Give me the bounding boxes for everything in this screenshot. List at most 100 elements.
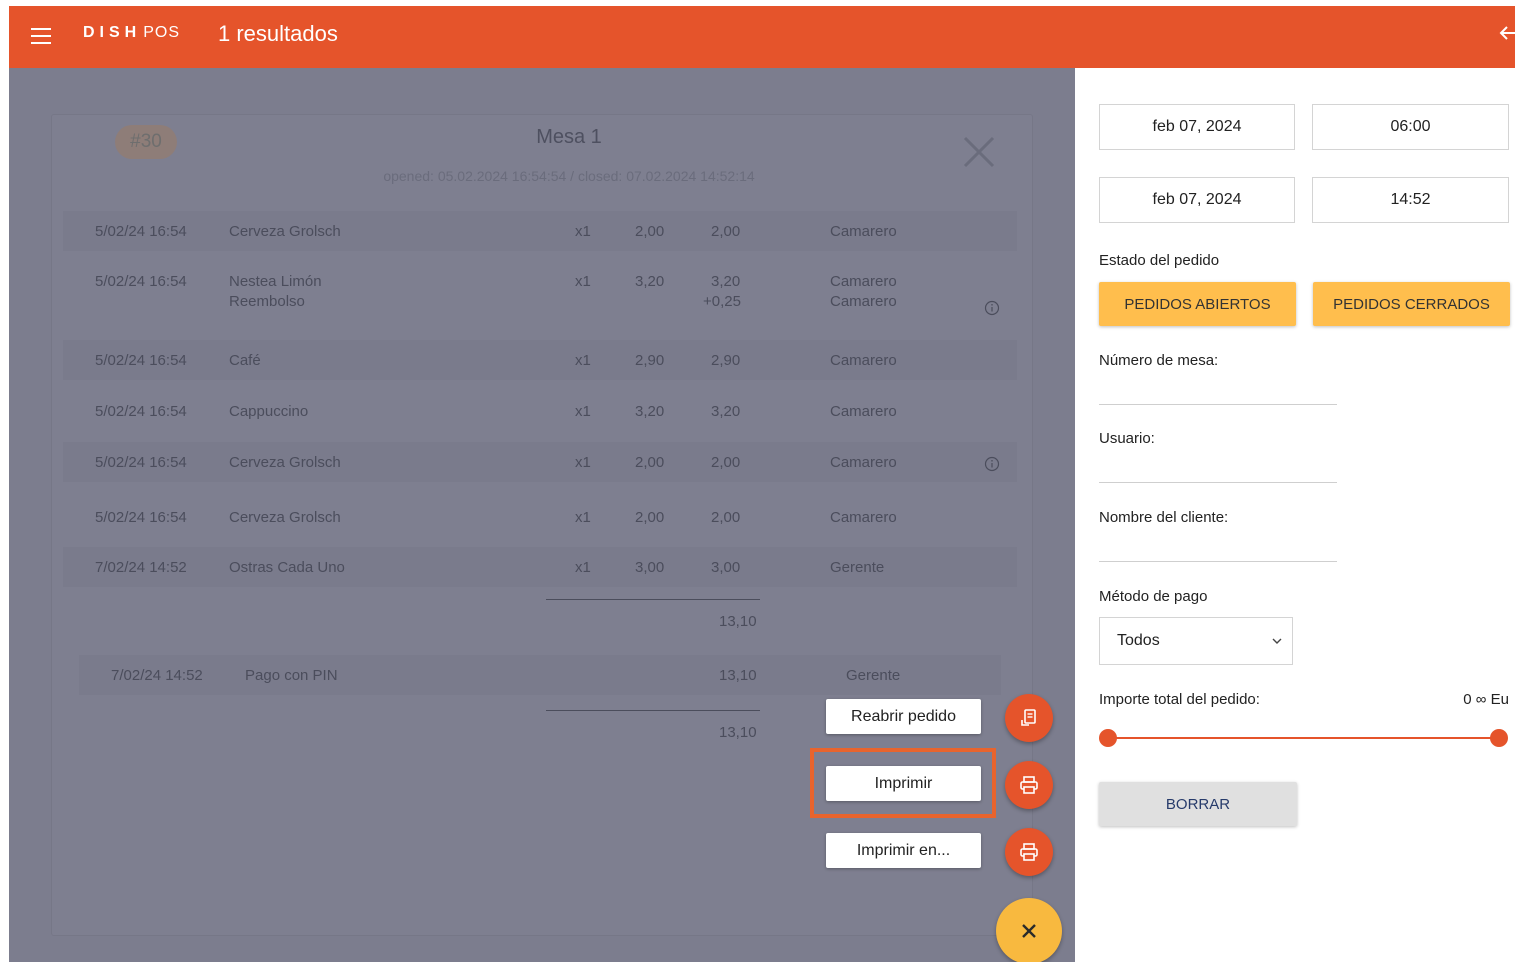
item-qty: x1 <box>575 273 591 290</box>
info-icon[interactable] <box>984 456 1000 472</box>
item-total: 3,20 <box>711 403 741 420</box>
print-in-fab[interactable] <box>1005 828 1053 876</box>
close-icon <box>1022 924 1036 938</box>
item-name: Nestea Limón <box>229 273 322 290</box>
order-status-label: Estado del pedido <box>1099 252 1220 269</box>
user-label: Usuario: <box>1099 430 1155 447</box>
order-amount-label: Importe total del pedido: <box>1099 691 1260 708</box>
filter-panel: feb 07, 2024 06:00 feb 07, 2024 14:52 Es… <box>1075 68 1515 962</box>
table-number-label: Número de mesa: <box>1099 352 1219 369</box>
item-price: 2,90 <box>635 352 665 369</box>
item-qty: x1 <box>575 454 591 471</box>
item-qty: x1 <box>575 509 591 526</box>
customer-name-label: Nombre del cliente: <box>1099 509 1229 526</box>
item-total: 2,00 <box>711 454 741 471</box>
close-icon[interactable] <box>959 132 999 172</box>
table-row: 5/02/24 16:54 Cerveza Grolsch x1 2,00 2,… <box>63 442 1017 482</box>
item-time: 7/02/24 14:52 <box>95 559 187 576</box>
subtotal-value: 13,10 <box>719 613 757 630</box>
payment-method-select[interactable]: Todos <box>1099 617 1293 665</box>
total-value: 13,10 <box>719 724 757 741</box>
closed-orders-button[interactable]: PEDIDOS CERRADOS <box>1313 282 1510 326</box>
reopen-order-button[interactable]: Reabrir pedido <box>826 699 981 734</box>
order-number-badge: #30 <box>115 125 177 159</box>
item-qty: x1 <box>575 559 591 576</box>
item-user-secondary: Camarero <box>830 293 897 310</box>
table-name: Mesa 1 <box>536 126 602 148</box>
amount-slider-max-handle[interactable] <box>1490 729 1508 747</box>
payment-method-label: Método de pago <box>1099 588 1208 605</box>
item-time: 5/02/24 16:54 <box>95 509 187 526</box>
item-qty: x1 <box>575 352 591 369</box>
item-time: 5/02/24 16:54 <box>95 403 187 420</box>
item-total: 2,00 <box>711 223 741 240</box>
brand-logo: DISH POS <box>83 24 180 42</box>
print-button[interactable]: Imprimir <box>826 766 981 801</box>
item-total: 2,90 <box>711 352 741 369</box>
payment-method-value: Todos <box>1117 632 1160 649</box>
table-row: 5/02/24 16:54 Cappuccino x1 3,20 3,20 Ca… <box>63 391 1017 431</box>
payment-row: 7/02/24 14:52 Pago con PIN 13,10 Gerente <box>79 655 1001 695</box>
brand-suffix: POS <box>143 24 181 41</box>
time-from-field[interactable]: 06:00 <box>1312 104 1509 150</box>
chevron-down-icon <box>1272 638 1282 644</box>
item-time: 5/02/24 16:54 <box>95 223 187 240</box>
item-price: 3,00 <box>635 559 665 576</box>
item-user: Camarero <box>830 403 897 420</box>
item-name: Cerveza Grolsch <box>229 454 341 471</box>
printer-icon <box>1020 843 1038 861</box>
item-user: Camarero <box>830 352 897 369</box>
item-user: Camarero <box>830 454 897 471</box>
item-total: 3,20 <box>711 273 741 290</box>
date-to-field[interactable]: feb 07, 2024 <box>1099 177 1295 223</box>
brand-main: DISH <box>83 24 142 41</box>
item-name: Ostras Cada Uno <box>229 559 345 576</box>
printer-icon <box>1020 776 1038 794</box>
item-time: 5/02/24 16:54 <box>95 273 187 290</box>
date-from-field[interactable]: feb 07, 2024 <box>1099 104 1295 150</box>
item-name: Cerveza Grolsch <box>229 509 341 526</box>
user-input[interactable] <box>1099 482 1337 483</box>
reopen-order-fab[interactable] <box>1005 694 1053 742</box>
item-total: 2,00 <box>711 509 741 526</box>
top-bar: DISH POS 1 resultados <box>9 6 1515 68</box>
item-name: Cerveza Grolsch <box>229 223 341 240</box>
item-price: 2,00 <box>635 223 665 240</box>
amount-slider-track <box>1107 737 1499 739</box>
print-in-button[interactable]: Imprimir en... <box>826 833 981 868</box>
item-user: Gerente <box>830 559 885 576</box>
payment-method: Pago con PIN <box>245 667 338 684</box>
item-user: Camarero <box>830 273 897 290</box>
open-orders-button[interactable]: PEDIDOS ABIERTOS <box>1099 282 1296 326</box>
item-time: 5/02/24 16:54 <box>95 352 187 369</box>
page-title: 1 resultados <box>218 21 338 46</box>
back-arrow-icon[interactable] <box>1499 22 1515 46</box>
item-total: 3,00 <box>711 559 741 576</box>
table-row: 5/02/24 16:54 Cerveza Grolsch x1 2,00 2,… <box>63 497 1017 537</box>
payment-amount: 13,10 <box>719 667 757 684</box>
order-times: opened: 05.02.2024 16:54:54 / closed: 07… <box>383 168 755 184</box>
item-qty: x1 <box>575 403 591 420</box>
menu-icon[interactable] <box>31 28 51 44</box>
table-number-input[interactable] <box>1099 404 1337 405</box>
item-name: Cappuccino <box>229 403 309 420</box>
item-price: 3,20 <box>635 403 665 420</box>
payment-time: 7/02/24 14:52 <box>111 667 203 684</box>
item-price: 3,20 <box>635 273 665 290</box>
item-name: Café <box>229 352 261 369</box>
close-menu-fab[interactable] <box>996 898 1062 962</box>
info-icon[interactable] <box>984 300 1000 316</box>
print-fab[interactable] <box>1005 761 1053 809</box>
item-time: 5/02/24 16:54 <box>95 454 187 471</box>
table-row: 5/02/24 16:54 Café x1 2,90 2,90 Camarero <box>63 340 1017 380</box>
item-price: 2,00 <box>635 454 665 471</box>
table-row: 7/02/24 14:52 Ostras Cada Uno x1 3,00 3,… <box>63 547 1017 587</box>
time-to-field[interactable]: 14:52 <box>1312 177 1509 223</box>
item-total-secondary: +0,25 <box>703 293 741 310</box>
clear-button[interactable]: BORRAR <box>1099 782 1297 826</box>
item-user: Camarero <box>830 223 897 240</box>
customer-name-input[interactable] <box>1099 561 1337 562</box>
table-row: 5/02/24 16:54 Cerveza Grolsch x1 2,00 2,… <box>63 211 1017 251</box>
app-frame: DISH POS 1 resultados #30 Mesa 1 opened: … <box>9 6 1515 962</box>
amount-slider-min-handle[interactable] <box>1099 729 1117 747</box>
